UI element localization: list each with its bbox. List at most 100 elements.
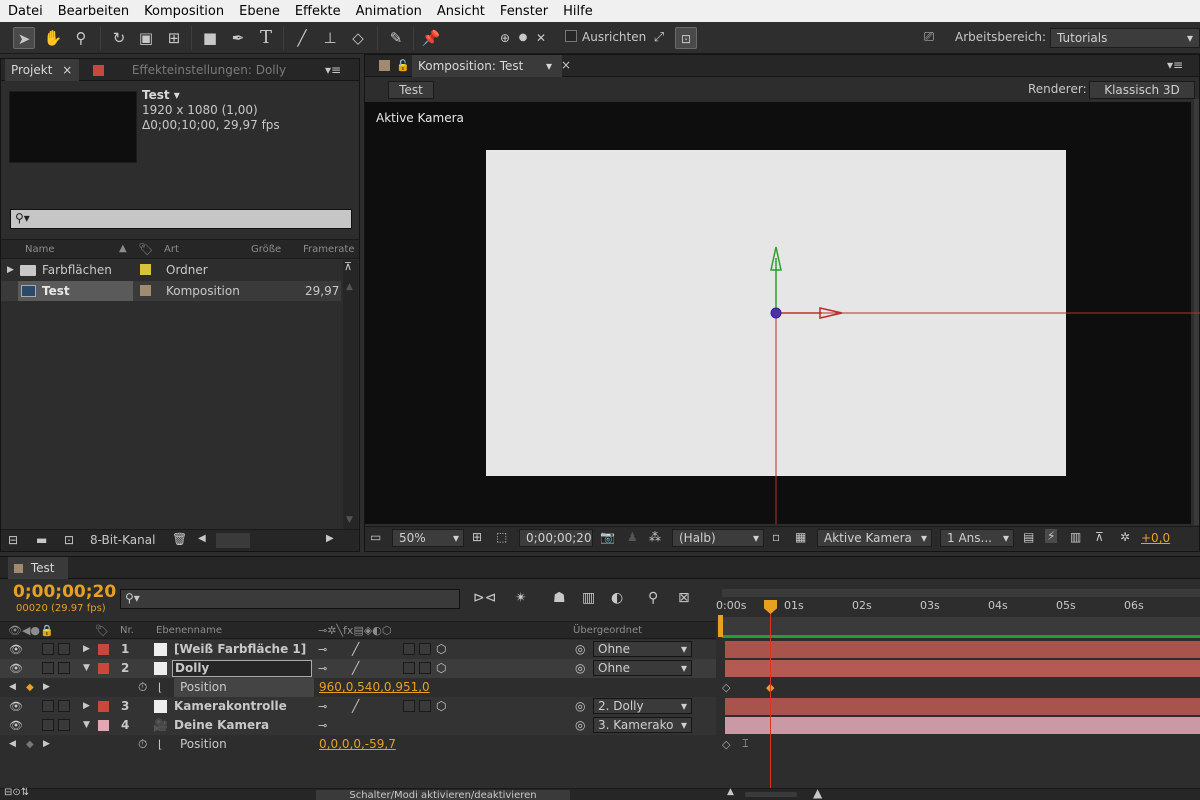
work-area-bar[interactable] — [722, 617, 1200, 635]
visibility-eye-icon[interactable]: 👁 — [9, 659, 23, 678]
3d-view-dropdown[interactable]: Aktive Kamera ▾ — [817, 529, 932, 547]
parent-pickwhip-icon[interactable]: ◎ — [575, 716, 585, 735]
table-row[interactable]: 👁 ▼ 4 🎥 Deine Kamera ⊸ ◎ 3. Kamerako ▾ — [0, 716, 716, 735]
keyframe-diamond[interactable]: ◇ — [722, 738, 730, 751]
table-row[interactable]: 👁 ▶ 3 Kamerakontrolle ⊸ ╱ ⬡ ◎ 2. Dolly ▾ — [0, 697, 716, 716]
layer-duration-bar[interactable] — [725, 698, 1200, 715]
time-navigator[interactable] — [722, 589, 1200, 597]
timeline-zoom-slider[interactable] — [745, 792, 797, 797]
motion-blur-switch[interactable] — [419, 662, 431, 674]
parent-dropdown[interactable]: Ohne ▾ — [593, 660, 692, 676]
solo-toggle[interactable] — [42, 662, 54, 674]
show-snapshot-icon[interactable]: ♟ — [627, 530, 638, 544]
timeline-current-time[interactable]: 0;00;00;20 — [13, 582, 116, 602]
time-ruler[interactable]: 0:00s 01s 02s 03s 04s 05s 06s — [716, 585, 1200, 639]
channel-rgb-icon[interactable]: ⁂ — [649, 530, 661, 544]
motion-blur-switch[interactable] — [419, 700, 431, 712]
layer-name[interactable]: [Weiß Farbfläche 1] — [174, 640, 306, 659]
current-time-field[interactable]: 0;00;00;20 — [519, 529, 593, 547]
collapse-arrow-icon[interactable]: ▼ — [83, 659, 90, 678]
shy-switch-icon[interactable]: ⊸ — [318, 697, 327, 716]
label-swatch[interactable] — [98, 720, 109, 731]
column-nr[interactable]: Nr. — [120, 625, 134, 636]
layer-name[interactable]: Kamerakontrolle — [174, 697, 287, 716]
prev-keyframe-icon[interactable]: ◀ — [9, 735, 16, 754]
label-swatch[interactable] — [98, 701, 109, 712]
property-row[interactable]: ◀ ◆ ▶ ⏱ ⌊ Position 0,0,0,0,-59,7 — [0, 735, 716, 754]
frame-blending-icon[interactable]: ▥ — [582, 590, 595, 606]
next-keyframe-icon[interactable]: ▶ — [43, 678, 50, 697]
layer-duration-bar[interactable] — [725, 641, 1200, 658]
graph-curve-icon[interactable]: ⌊ — [158, 678, 162, 697]
flowchart-icon[interactable]: ⊼ — [1095, 530, 1104, 544]
property-value[interactable]: 960,0,540,0,951,0 — [319, 678, 430, 697]
solo-toggle[interactable] — [42, 700, 54, 712]
switches-header-icon[interactable]: ⊸✲╲fx▤◈◐⬡ — [318, 624, 392, 637]
stopwatch-icon[interactable]: ⏱ — [138, 735, 147, 754]
adjustment-switch[interactable] — [403, 643, 415, 655]
quality-switch-icon[interactable]: ╱ — [352, 640, 359, 659]
snapshot-icon[interactable]: 📷 — [600, 530, 615, 544]
parent-pickwhip-icon[interactable]: ◎ — [575, 697, 585, 716]
av-features-icon[interactable]: 👁◀●🔒 — [8, 624, 54, 637]
label-swatch[interactable] — [98, 644, 109, 655]
expand-arrow-icon[interactable]: ▶ — [83, 640, 90, 659]
3d-layer-icon[interactable]: ⬡ — [436, 640, 446, 659]
quality-switch-icon[interactable]: ╱ — [352, 697, 359, 716]
toggle-switches-modes-button[interactable]: Schalter/Modi aktivieren/deaktivieren — [316, 790, 570, 800]
graph-editor-icon[interactable]: ⚲ — [648, 590, 658, 606]
hold-keyframe-icon[interactable]: ⌶ — [742, 737, 749, 751]
table-row[interactable]: 👁 ▼ 2 Dolly ⊸ ╱ ⬡ ◎ Ohne ▾ — [0, 659, 716, 678]
fast-previews-icon[interactable]: ⚡ — [1045, 529, 1058, 543]
graph-toggle-icon[interactable]: ⊠ — [678, 590, 690, 606]
always-preview-icon[interactable]: ▭ — [370, 530, 381, 544]
lock-toggle[interactable] — [58, 643, 70, 655]
motion-blur-switch[interactable] — [419, 643, 431, 655]
layer-duration-bar[interactable] — [725, 660, 1200, 677]
solo-toggle[interactable] — [42, 643, 54, 655]
3d-layer-icon[interactable]: ⬡ — [436, 697, 446, 716]
motion-blur-icon[interactable]: ◐ — [611, 590, 623, 606]
zoom-dropdown[interactable]: 50% ▾ — [392, 529, 464, 547]
visibility-eye-icon[interactable]: 👁 — [9, 716, 23, 735]
3d-layer-icon[interactable]: ⬡ — [436, 659, 446, 678]
exposure-reset-icon[interactable]: ✲ — [1120, 530, 1130, 544]
layer-name[interactable]: Deine Kamera — [174, 716, 269, 735]
column-layer-name[interactable]: Ebenenname — [156, 625, 222, 636]
timeline-search-input[interactable]: ⚲▾ — [120, 589, 460, 609]
graph-curve-icon[interactable]: ⌊ — [158, 735, 162, 754]
stopwatch-icon[interactable]: ⏱ — [138, 678, 147, 697]
zoom-out-icon[interactable]: ▲ — [727, 787, 734, 797]
collapse-arrow-icon[interactable]: ▼ — [83, 716, 90, 735]
zoom-in-icon[interactable]: ▲ — [813, 786, 822, 800]
label-tag-icon[interactable]: 🏷 — [95, 624, 109, 637]
visibility-eye-icon[interactable]: 👁 — [9, 697, 23, 716]
column-parent[interactable]: Übergeordnet — [573, 625, 642, 636]
tab-timeline[interactable]: Test — [8, 557, 68, 579]
resolution-dropdown[interactable]: (Halb) ▾ — [672, 529, 764, 547]
property-row[interactable]: ◀ ◆ ▶ ⏱ ⌊ Position 960,0,540,0,951,0 — [0, 678, 716, 697]
adjustment-switch[interactable] — [403, 700, 415, 712]
playhead-line[interactable] — [770, 605, 771, 800]
adjustment-switch[interactable] — [403, 662, 415, 674]
table-row[interactable]: 👁 ▶ 1 [Weiß Farbfläche 1] ⊸ ╱ ⬡ ◎ Ohne ▾ — [0, 640, 716, 659]
quality-switch-icon[interactable]: ╱ — [352, 659, 359, 678]
next-keyframe-icon[interactable]: ▶ — [43, 735, 50, 754]
mask-visibility-icon[interactable]: ⬚ — [496, 530, 507, 544]
property-value[interactable]: 0,0,0,0,-59,7 — [319, 735, 396, 754]
layer-name[interactable]: Dolly — [175, 659, 209, 678]
view-layout-dropdown[interactable]: 1 Ans... ▾ — [940, 529, 1014, 547]
work-area-start-handle[interactable] — [718, 615, 723, 637]
hide-shy-layers-icon[interactable]: ☗ — [553, 590, 566, 606]
timeline-icon[interactable]: ▥ — [1070, 530, 1081, 544]
safe-zones-icon[interactable]: ⊞ — [472, 530, 482, 544]
parent-pickwhip-icon[interactable]: ◎ — [575, 640, 585, 659]
prev-keyframe-icon[interactable]: ◀ — [9, 678, 16, 697]
label-swatch[interactable] — [98, 663, 109, 674]
parent-dropdown[interactable]: 2. Dolly ▾ — [593, 698, 692, 714]
shy-switch-icon[interactable]: ⊸ — [318, 716, 327, 735]
add-keyframe-icon[interactable]: ◆ — [26, 735, 34, 754]
layer-duration-bar[interactable] — [725, 717, 1200, 734]
solo-toggle[interactable] — [42, 719, 54, 731]
parent-dropdown[interactable]: 3. Kamerako ▾ — [593, 717, 692, 733]
